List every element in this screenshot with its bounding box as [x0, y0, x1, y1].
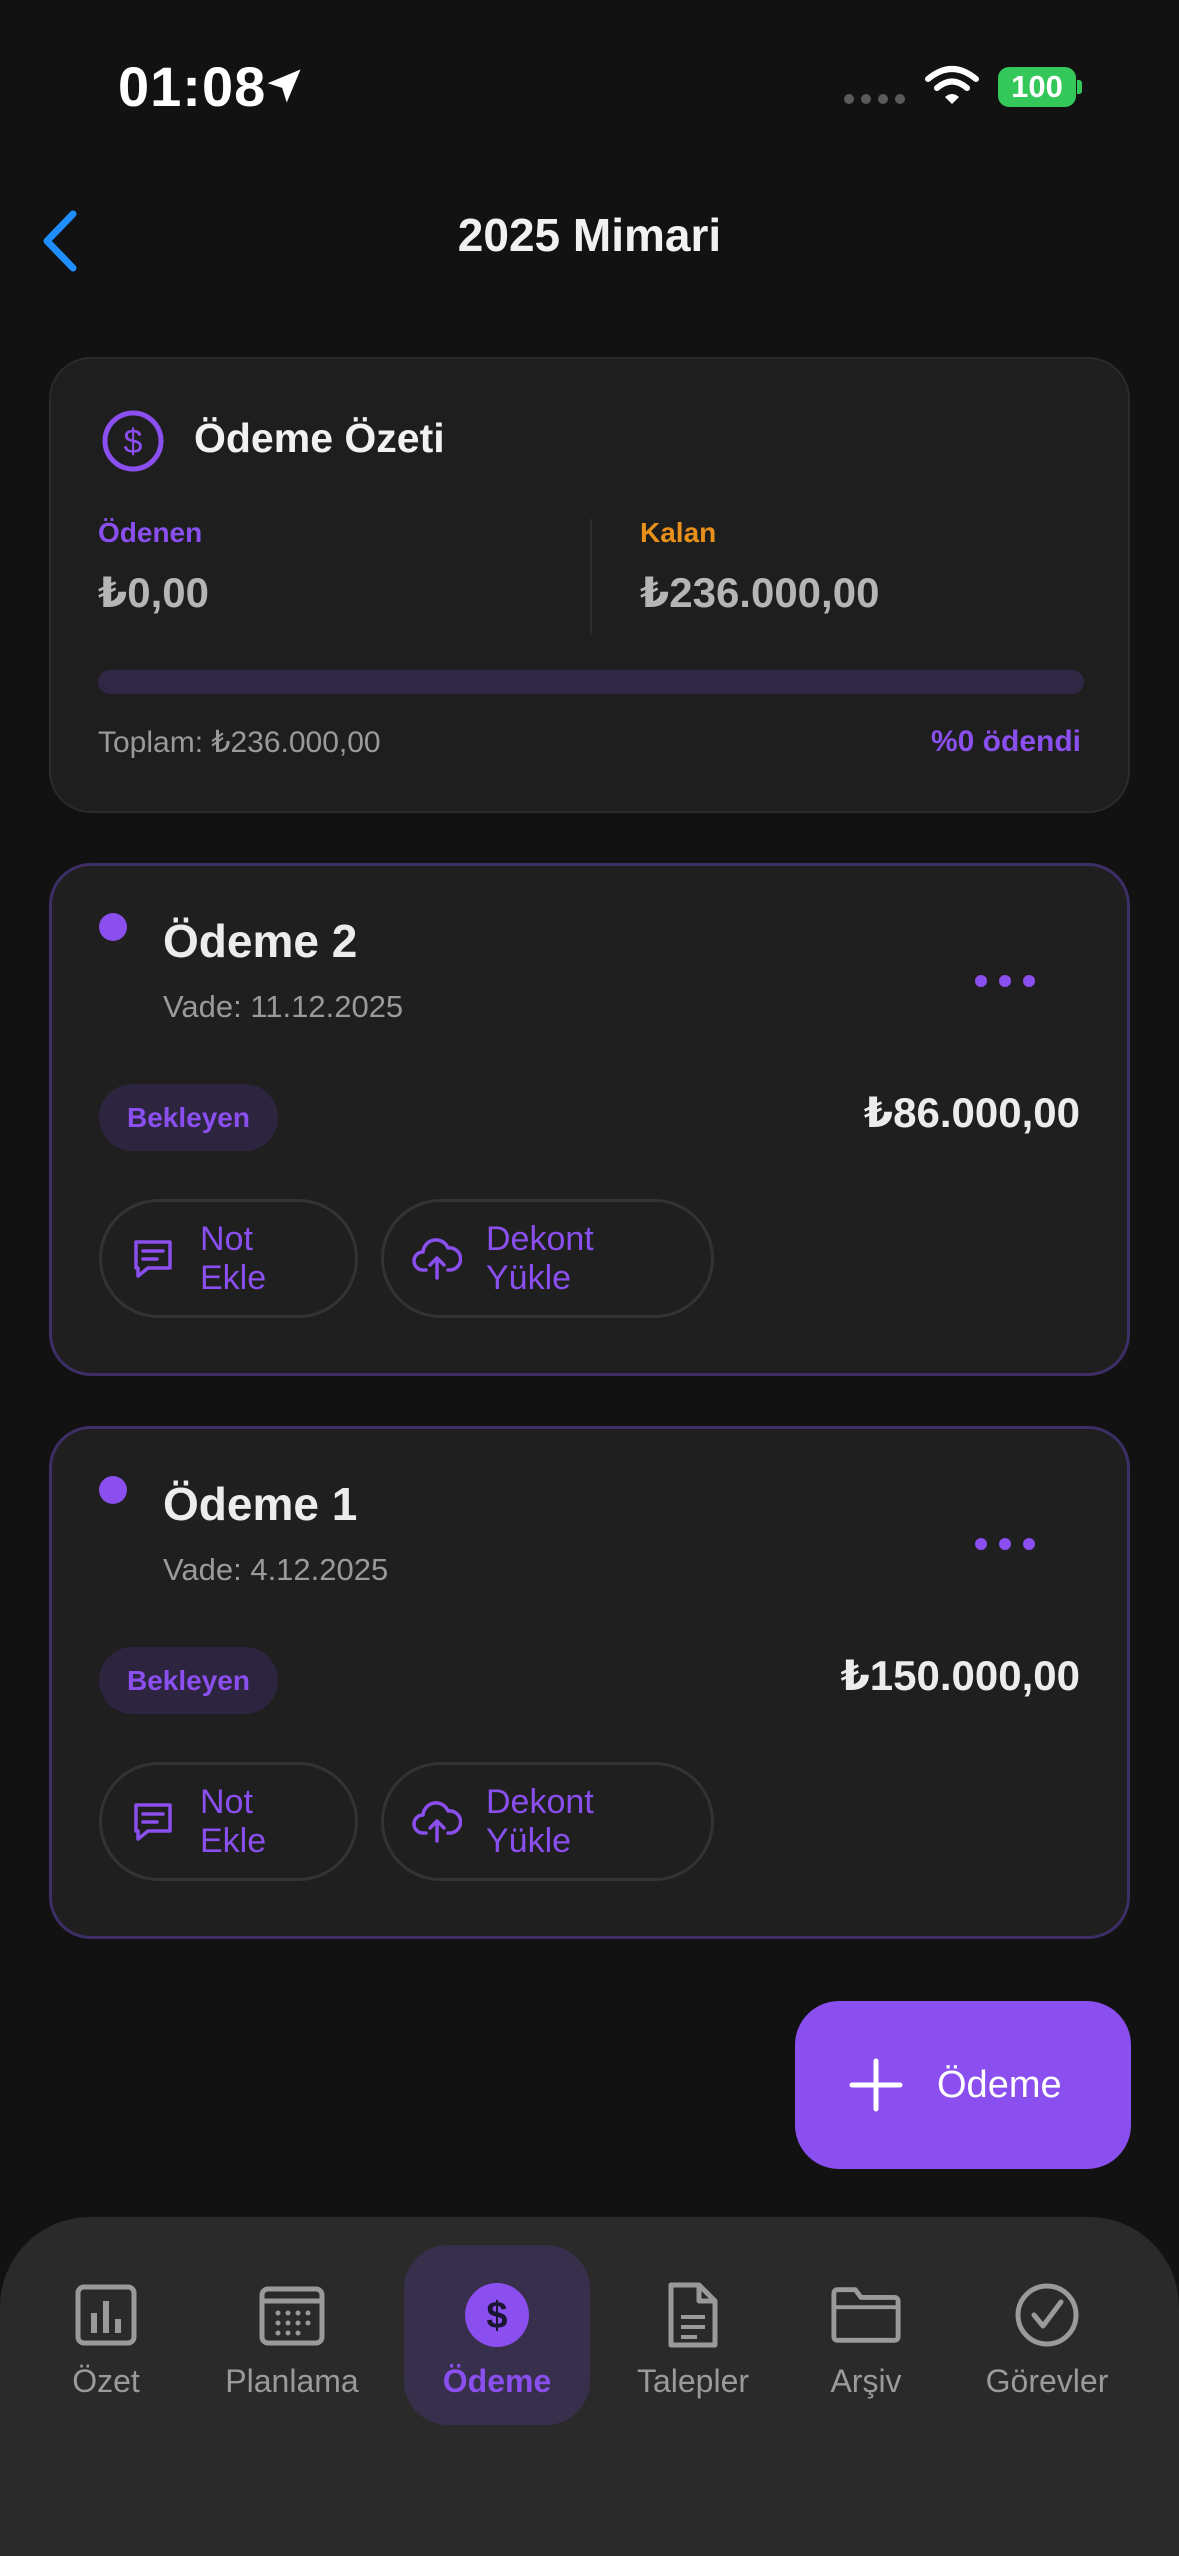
more-dot: [975, 1538, 987, 1550]
folder-icon: [831, 2287, 901, 2343]
svg-text:$: $: [486, 2295, 507, 2337]
tab-label: Görevler: [985, 2363, 1109, 2399]
tab-label: Ödeme: [442, 2363, 552, 2399]
more-dot: [975, 975, 987, 987]
payment-amount: ₺150.000,00: [840, 1652, 1080, 1699]
upload-receipt-label: Dekont Yükle: [486, 1782, 594, 1860]
page-title: 2025 Mimari: [457, 209, 722, 261]
dollar-icon: $: [465, 2283, 529, 2347]
more-dot: [1023, 1538, 1035, 1550]
status-bar: 01:08 100: [0, 0, 1179, 170]
tab-label: Özet: [72, 2363, 140, 2399]
location-arrow-icon: [267, 69, 301, 103]
status-badge: Bekleyen: [99, 1647, 278, 1714]
bottom-tab-bar: Özet Planlama $ Ödeme Talepler Arşiv Gör…: [0, 2217, 1179, 2556]
chat-bubble-icon: [134, 1802, 172, 1841]
chart-icon: [75, 2284, 137, 2346]
checkmark-icon: [1015, 2283, 1079, 2347]
wifi-icon: [925, 66, 979, 104]
more-dot: [999, 1538, 1011, 1550]
document-icon: [668, 2282, 718, 2348]
remaining-label: Kalan: [640, 517, 717, 548]
summary-title: Ödeme Özeti: [194, 415, 445, 461]
status-dot: [99, 1476, 127, 1504]
tab-label: Arşiv: [830, 2363, 902, 2399]
payment-amount: ₺86.000,00: [863, 1089, 1080, 1136]
total-text: Toplam: ₺236.000,00: [98, 726, 381, 759]
add-payment-label: Ödeme: [937, 2063, 1062, 2106]
cellular-signal-icon: [844, 94, 905, 104]
calendar-icon: [259, 2286, 325, 2346]
tab-arsiv[interactable]: Arşiv: [810, 2245, 922, 2425]
upload-receipt-button[interactable]: Dekont Yükle: [381, 1762, 714, 1881]
payment-progress-bar: [98, 670, 1084, 694]
more-options-button[interactable]: [975, 966, 1035, 996]
remaining-value: ₺236.000,00: [640, 569, 880, 616]
add-note-button[interactable]: Not Ekle: [99, 1199, 358, 1318]
add-note-label: Not Ekle: [200, 1782, 267, 1860]
cloud-upload-icon: [412, 1800, 462, 1843]
paid-value: ₺0,00: [98, 569, 209, 616]
svg-text:$: $: [124, 423, 143, 461]
add-note-button[interactable]: Not Ekle: [99, 1762, 358, 1881]
more-dot: [999, 975, 1011, 987]
divider: [590, 519, 592, 635]
payment-title: Ödeme 1: [163, 1478, 358, 1530]
status-time: 01:08: [118, 55, 267, 118]
tab-planlama[interactable]: Planlama: [218, 2245, 366, 2425]
upload-receipt-label: Dekont Yükle: [486, 1219, 594, 1297]
tab-odeme[interactable]: $ Ödeme: [404, 2245, 590, 2425]
status-badge: Bekleyen: [99, 1084, 278, 1151]
paid-label: Ödenen: [98, 517, 203, 548]
dollar-circle-icon: $: [102, 410, 164, 472]
percent-paid-text: %0 ödendi: [930, 725, 1081, 758]
tab-gorevler[interactable]: Görevler: [972, 2245, 1122, 2425]
payment-due-date: Vade: 4.12.2025: [163, 1552, 389, 1587]
cloud-upload-icon: [412, 1237, 462, 1280]
add-payment-button[interactable]: Ödeme: [795, 2001, 1131, 2169]
payment-card[interactable]: Ödeme 1 Vade: 4.12.2025 Bekleyen ₺150.00…: [49, 1426, 1130, 1939]
tab-label: Planlama: [225, 2363, 359, 2399]
upload-receipt-button[interactable]: Dekont Yükle: [381, 1199, 714, 1318]
add-note-label: Not Ekle: [200, 1219, 267, 1297]
status-dot: [99, 913, 127, 941]
plus-icon: [849, 2058, 903, 2112]
payment-summary-card: $ Ödeme Özeti Ödenen ₺0,00 Kalan ₺236.00…: [49, 357, 1130, 813]
payment-card[interactable]: Ödeme 2 Vade: 11.12.2025 Bekleyen ₺86.00…: [49, 863, 1130, 1376]
tab-label: Talepler: [636, 2363, 750, 2399]
battery-tip: [1077, 80, 1082, 94]
battery-indicator: 100: [998, 67, 1076, 107]
tab-ozet[interactable]: Özet: [46, 2245, 166, 2425]
payment-due-date: Vade: 11.12.2025: [163, 989, 404, 1024]
chat-bubble-icon: [134, 1239, 172, 1278]
more-dot: [1023, 975, 1035, 987]
more-options-button[interactable]: [975, 1529, 1035, 1559]
tab-talepler[interactable]: Talepler: [628, 2245, 758, 2425]
payment-title: Ödeme 2: [163, 915, 358, 967]
